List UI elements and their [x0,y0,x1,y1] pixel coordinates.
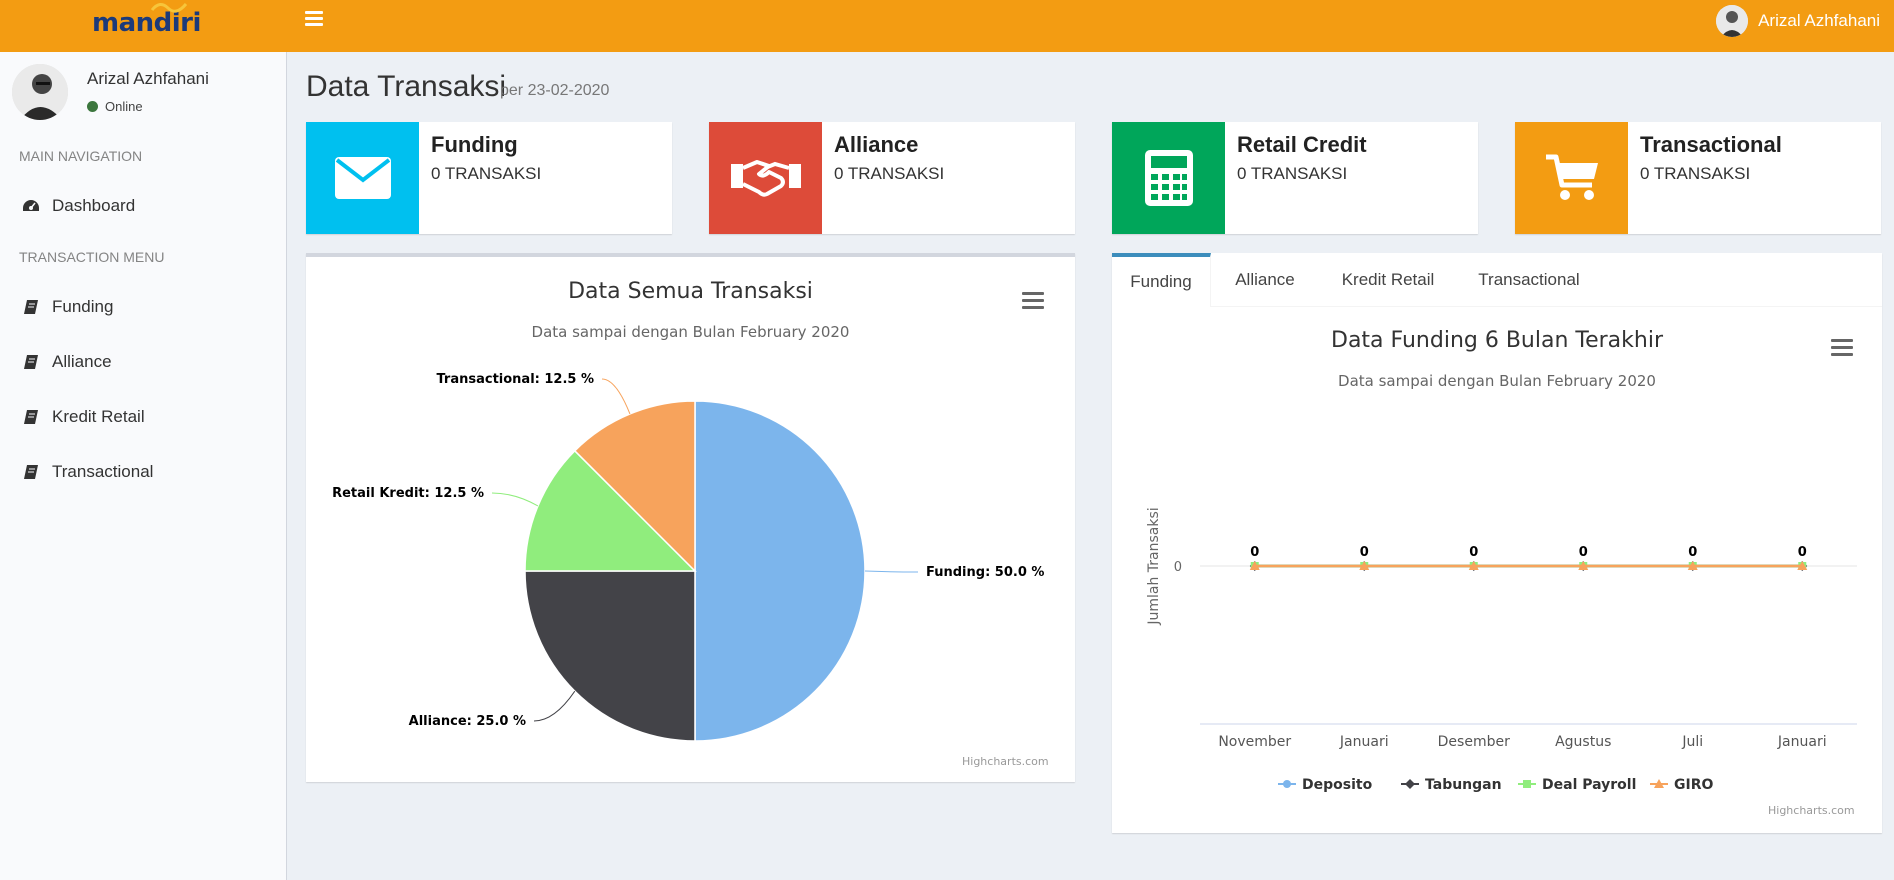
sidebar-item-label: Dashboard [52,196,136,215]
legend-item-tabungan[interactable]: Tabungan [1401,777,1502,793]
online-dot-icon [87,101,98,112]
sidebar-item-label: Alliance [52,352,112,371]
pie-slice-funding[interactable] [694,400,866,742]
data-label: 0 [1798,545,1807,560]
legend-item-deposito[interactable]: Deposito [1278,777,1373,793]
user-name: Arizal Azhfahani [1758,11,1880,30]
data-label: 0 [1250,545,1259,560]
info-box-title: Retail Credit [1237,132,1367,157]
pie-chart: Funding: 50.0 % Alliance: 25.0 % Retail Kr… [332,372,1044,742]
transaction-menu-header: TRANSACTION MENU [19,249,165,265]
book-icon [22,299,40,315]
mandiri-logo[interactable]: mandiri [92,3,201,38]
sidebar-item-label: Kredit Retail [52,407,145,426]
svg-text:Deal Payroll: Deal Payroll [1542,777,1636,793]
info-box-retail-credit: Retail Credit 0 TRANSAKSI [1112,122,1478,234]
line-chart: 0 Jumlah Transaksi November Januari Desember… [1146,507,1857,793]
pie-connector [533,690,576,722]
data-label: 0 [1688,545,1697,560]
x-tick-label: Januari [1777,734,1827,750]
info-box-number: 0 TRANSAKSI [1640,164,1751,183]
envelope-icon [306,122,419,234]
data-label: 0 [1469,545,1478,560]
avatar-icon [12,64,68,120]
avatar-icon [1716,5,1749,37]
page-subtitle: per 23-02-2020 [500,82,610,99]
pie-connector [601,378,631,415]
highcharts-credits-link[interactable]: Highcharts.com [962,755,1049,768]
info-box-title: Funding [431,132,518,157]
sidebar-item-alliance[interactable]: Alliance [0,340,286,384]
svg-text:Deposito: Deposito [1302,777,1373,793]
user-avatar [1716,5,1749,37]
info-box-number: 0 TRANSAKSI [431,164,542,183]
sidebar-item-label: Transactional [52,462,154,481]
cart-icon [1515,122,1628,234]
book-icon [22,354,40,370]
pie-connector [491,492,539,507]
pie-data-label: Transactional: 12.5 % [436,372,594,387]
x-tick-label: Desember [1438,734,1510,750]
top-navbar: mandiri Arizal Azhfahani [0,0,1894,52]
main-navigation-header: MAIN NAVIGATION [19,148,143,164]
pie-connector [864,570,919,573]
data-label: 0 [1360,545,1369,560]
svg-text:Tabungan: Tabungan [1425,777,1502,793]
svg-text:GIRO: GIRO [1674,777,1713,793]
legend-item-deal-payroll[interactable]: Deal Payroll [1518,777,1636,793]
x-tick-label: November [1218,734,1291,750]
legend-item-giro[interactable]: GIRO [1650,777,1713,793]
y-axis-title: Jumlah Transaksi [1146,507,1162,625]
sidebar-item-funding[interactable]: Funding [0,285,286,329]
calculator-icon [1112,122,1225,234]
data-label: 0 [1579,545,1588,560]
user-panel: Arizal Azhfahani Online [12,64,272,124]
sidebar: Arizal Azhfahani Online MAIN NAVIGATION … [0,52,287,880]
info-box-transactional: Transactional 0 TRANSAKSI [1515,122,1881,234]
sidebar-avatar [12,64,68,120]
page-title: Data Transaksi [306,70,507,103]
sidebar-item-transactional[interactable]: Transactional [0,450,286,494]
user-menu[interactable]: Arizal Azhfahani [1716,5,1880,37]
sidebar-item-label: Funding [52,297,114,316]
user-status[interactable]: Online [87,99,143,114]
pie-chart-panel: Data Semua Transaksi Data sampai dengan … [306,253,1075,782]
sidebar-user-name: Arizal Azhfahani [87,69,209,88]
sidebar-item-dashboard[interactable]: Dashboard [0,184,286,228]
book-icon [22,409,40,425]
pie-data-label: Retail Kredit: 12.5 % [332,486,484,501]
pie-slice-alliance[interactable] [524,570,696,742]
sidebar-item-kredit-retail[interactable]: Kredit Retail [0,395,286,439]
info-box-number: 0 TRANSAKSI [834,164,945,183]
status-text: Online [105,99,143,114]
info-box-alliance: Alliance 0 TRANSAKSI [709,122,1075,234]
info-box-title: Alliance [834,132,919,157]
pie-data-label: Alliance: 25.0 % [409,714,526,729]
handshake-icon [709,122,822,234]
dashboard-icon [22,198,40,214]
x-tick-label: Agustus [1555,734,1611,750]
y-tick-label: 0 [1174,560,1182,575]
info-box-title: Transactional [1640,132,1782,157]
book-icon [22,464,40,480]
info-box-funding: Funding 0 TRANSAKSI [306,122,672,234]
info-box-number: 0 TRANSAKSI [1237,164,1348,183]
pie-data-label: Funding: 50.0 % [926,565,1044,580]
highcharts-credits-link[interactable]: Highcharts.com [1768,804,1855,817]
logo-wave-icon [150,3,188,13]
funding-chart-panel: Funding Alliance Kredit Retail Transacti… [1112,253,1882,833]
x-tick-label: Juli [1681,734,1703,750]
sidebar-toggle-button[interactable] [305,11,323,27]
x-tick-label: Januari [1339,734,1389,750]
